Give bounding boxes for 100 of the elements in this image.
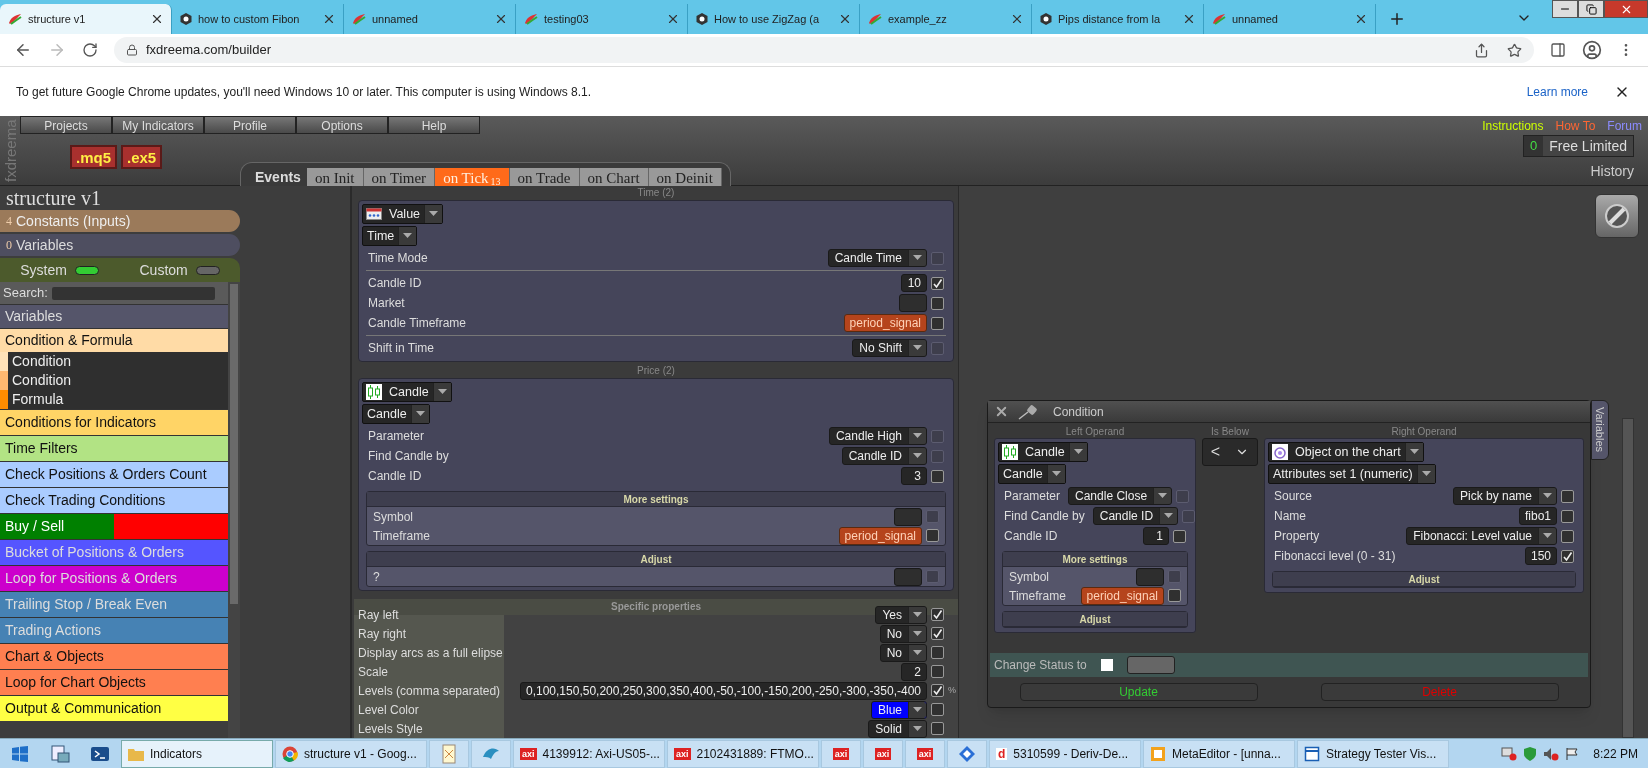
menu-button[interactable]: My Indicators — [112, 116, 204, 134]
taskbar-button[interactable]: d 5310599 - Deriv-De... — [989, 739, 1141, 768]
field-label: Property — [1274, 528, 1320, 545]
dropdown[interactable]: Candle — [362, 404, 430, 424]
dialog-button[interactable]: Update — [1019, 683, 1258, 701]
category-item[interactable]: Check Trading Conditions — [0, 487, 228, 513]
export-button[interactable]: .mq5 — [70, 144, 117, 169]
field-label: Parameter — [368, 428, 425, 445]
category-item[interactable]: Conditions for Indicators — [0, 409, 228, 435]
category-item[interactable]: Condition & Formula — [0, 328, 228, 352]
menu-button[interactable]: Projects — [20, 116, 112, 134]
group-header: More settings — [367, 492, 945, 507]
taskbar-button[interactable]: axi — [821, 739, 861, 768]
project-title: structure v1 — [5, 186, 102, 210]
text-field[interactable]: 10 — [901, 274, 927, 292]
field-label: Candle ID — [1004, 528, 1058, 545]
category-item[interactable]: Check Positions & Orders Count — [0, 461, 228, 487]
category-item[interactable]: Buy / Sell — [0, 514, 114, 539]
address-bar[interactable]: fxdreema.com/builder — [114, 37, 1534, 63]
taskbar-button[interactable]: axi — [905, 739, 945, 768]
account-badge[interactable]: 0 Free Limited — [1522, 135, 1634, 157]
field-label: Levels (comma separated) — [357, 682, 502, 700]
field-label: Scale — [357, 663, 390, 681]
tab-title: Pips distance from la — [1058, 11, 1162, 27]
header-link[interactable]: Instructions — [1482, 117, 1544, 135]
category-item[interactable]: Variables — [0, 304, 228, 328]
tab-title: example_zz — [888, 11, 948, 27]
section-title: Time (2) — [636, 186, 676, 200]
field-label: Candle Timeframe — [368, 315, 467, 332]
tab-title: unnamed — [372, 11, 419, 27]
category-item[interactable]: Bucket of Positions & Orders — [0, 539, 228, 565]
variables-label: Variables — [16, 235, 74, 255]
clock: 8:22 PM — [1593, 745, 1638, 763]
history-link[interactable]: History — [1590, 161, 1634, 182]
variables-count: 0 — [6, 237, 12, 254]
dropdown[interactable]: Time — [362, 226, 418, 246]
taskbar-button[interactable]: Indicators — [121, 739, 273, 768]
dropdown[interactable]: Pick by name — [1452, 487, 1557, 505]
field-label: Find Candle by — [1004, 508, 1085, 525]
app-badge: axi — [832, 747, 850, 760]
text-field[interactable]: 3 — [901, 467, 927, 485]
operand-title: Left Operand — [1064, 425, 1126, 438]
taskbar-button[interactable]: Strategy Tester Vis... — [1297, 739, 1449, 768]
tab-title: testing03 — [544, 11, 590, 27]
events-label: Events — [255, 168, 301, 187]
taskbar-button[interactable]: MetaEditor - [unna... — [1143, 739, 1295, 768]
variable-field[interactable]: period_signal — [838, 526, 922, 545]
category-item[interactable]: Time Filters — [0, 435, 228, 461]
browser-tab[interactable]: structure v1 — [0, 4, 172, 34]
event-tab[interactable]: on Deinit — [648, 167, 722, 188]
variable-field[interactable]: period_signal — [843, 314, 927, 332]
operator-dropdown[interactable]: < — [1202, 438, 1258, 466]
text-field[interactable]: 150 — [1524, 547, 1557, 565]
group-header: More settings — [1003, 552, 1187, 567]
field-label: Candle ID — [368, 468, 422, 485]
menu-button[interactable]: Options — [296, 116, 388, 134]
credit-count: 0 — [1523, 136, 1544, 156]
taskbar-button[interactable]: axi 4139912: Axi-US05-... — [513, 739, 665, 768]
dropdown[interactable]: Value — [362, 204, 444, 224]
event-tab[interactable]: on Trade — [509, 167, 580, 188]
dropdown[interactable]: Fibonacci: Level value — [1406, 527, 1557, 545]
taskbar-button[interactable]: axi — [863, 739, 903, 768]
text-field[interactable]: fibo1 — [1518, 507, 1557, 525]
taskbar-button[interactable]: structure v1 - Goog... — [275, 739, 427, 768]
dropdown[interactable]: Candle — [998, 442, 1088, 462]
dialog-title: Condition — [1053, 403, 1104, 421]
field-label: Ray right — [357, 625, 408, 643]
group-header: Adjust — [1003, 612, 1187, 627]
category-item[interactable]: Loop for Positions & Orders — [0, 565, 228, 591]
field-label: Ray left — [357, 606, 400, 624]
variables-side-tab[interactable]: Variables — [1591, 400, 1609, 460]
event-tab[interactable]: on Init — [306, 167, 364, 188]
category-item[interactable]: Chart & Objects — [0, 643, 228, 669]
menu-button[interactable]: Help — [388, 116, 480, 134]
taskbar-button[interactable]: axi 2102431889: FTMO... — [667, 739, 819, 768]
dropdown[interactable]: Object on the chart — [1268, 442, 1424, 462]
dropdown[interactable]: Candle — [362, 382, 452, 402]
field-label: Candle ID — [368, 275, 422, 292]
dropdown[interactable]: Attributes set 1 (numeric) — [1268, 464, 1436, 484]
field-label: Source — [1274, 488, 1313, 505]
learn-more-link[interactable]: Learn more — [1526, 82, 1588, 101]
category-item[interactable]: Loop for Chart Objects — [0, 669, 228, 695]
category-item[interactable]: Output & Communication — [0, 695, 228, 721]
operator-title: Is Below — [1210, 425, 1250, 438]
constants-label: Constants (Inputs) — [16, 211, 131, 231]
variable-field[interactable]: period_signal — [1080, 586, 1164, 605]
group-header: Adjust — [367, 552, 945, 567]
field-label: Display arcs as a full elipse — [357, 644, 504, 662]
update-message: To get future Google Chrome updates, you'll need Windows 10 or later. This computer is using Windows 8.1. — [16, 83, 593, 101]
event-tab[interactable]: on Chart — [579, 167, 649, 188]
variables-bar[interactable]: 0 Variables — [0, 234, 240, 256]
dropdown[interactable]: Candle — [998, 464, 1066, 484]
constants-count: 4 — [6, 213, 12, 230]
text-field[interactable]: 1 — [1143, 527, 1169, 545]
field-label: Parameter — [1004, 488, 1061, 505]
app-logo: fxdreema — [1, 118, 18, 184]
menu-button[interactable]: Profile — [204, 116, 296, 134]
tab-title: How to use ZigZag (a — [714, 11, 821, 27]
event-tab[interactable]: on Timer — [363, 167, 436, 188]
export-button[interactable]: .ex5 — [121, 144, 163, 169]
